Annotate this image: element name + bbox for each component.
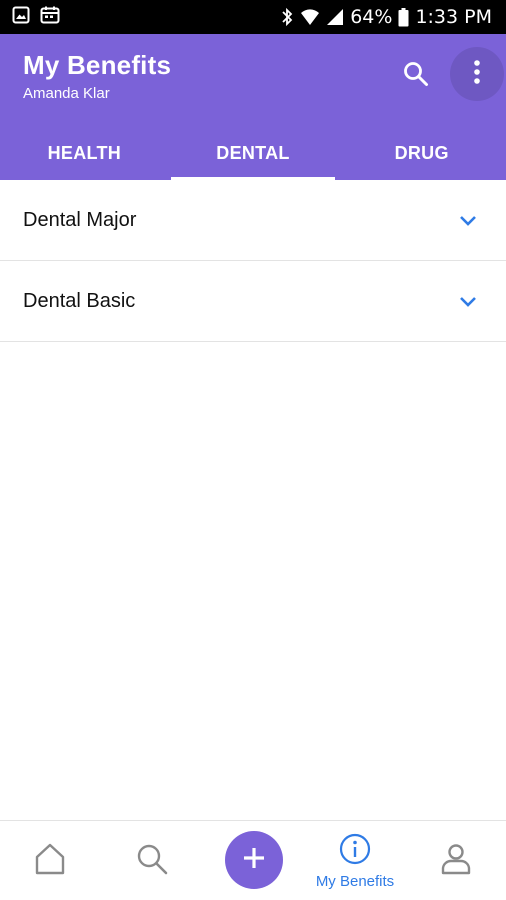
chevron-down-icon — [458, 294, 478, 308]
nav-profile[interactable] — [426, 821, 486, 900]
nav-home[interactable] — [20, 821, 80, 900]
battery-percent: 64% — [350, 6, 393, 28]
tab-drug[interactable]: DRUG — [337, 126, 506, 180]
list-item-label: Dental Basic — [23, 289, 136, 312]
more-vert-icon — [473, 59, 481, 90]
search-button[interactable] — [396, 56, 436, 96]
wifi-icon — [300, 8, 320, 26]
search-icon — [403, 61, 429, 92]
battery-icon — [398, 7, 409, 27]
nav-my-benefits[interactable]: My Benefits — [300, 821, 410, 900]
list-item-dental-basic[interactable]: Dental Basic — [0, 261, 506, 342]
add-button[interactable] — [225, 831, 283, 889]
bluetooth-icon — [280, 7, 294, 27]
list-item-dental-major[interactable]: Dental Major — [0, 180, 506, 261]
signal-icon — [326, 8, 344, 26]
benefit-tabs: HEALTH DENTAL DRUG — [0, 126, 506, 180]
more-options-button[interactable] — [450, 47, 504, 101]
notification-icons — [12, 6, 60, 28]
member-name: Amanda Klar — [23, 85, 110, 102]
calendar-icon — [40, 6, 60, 28]
search-icon — [135, 842, 169, 881]
tab-health[interactable]: HEALTH — [0, 126, 169, 180]
home-icon — [33, 842, 67, 881]
status-bar: 64% 1:33 PM — [0, 0, 506, 34]
chevron-down-icon — [458, 213, 478, 227]
nav-search[interactable] — [122, 821, 182, 900]
app-header: My Benefits Amanda Klar HEALTH DENTAL DR… — [0, 34, 506, 180]
clock: 1:33 PM — [415, 6, 492, 28]
benefit-list: Dental Major Dental Basic — [0, 180, 506, 342]
nav-label-my-benefits: My Benefits — [315, 872, 395, 890]
gallery-icon — [12, 6, 30, 28]
add-icon — [241, 845, 267, 876]
bottom-nav: My Benefits — [0, 820, 506, 900]
page-title: My Benefits — [23, 50, 172, 80]
info-icon — [339, 833, 371, 870]
system-status: 64% 1:33 PM — [280, 6, 492, 28]
profile-icon — [440, 842, 472, 881]
tab-dental[interactable]: DENTAL — [169, 126, 338, 180]
list-item-label: Dental Major — [23, 208, 137, 231]
